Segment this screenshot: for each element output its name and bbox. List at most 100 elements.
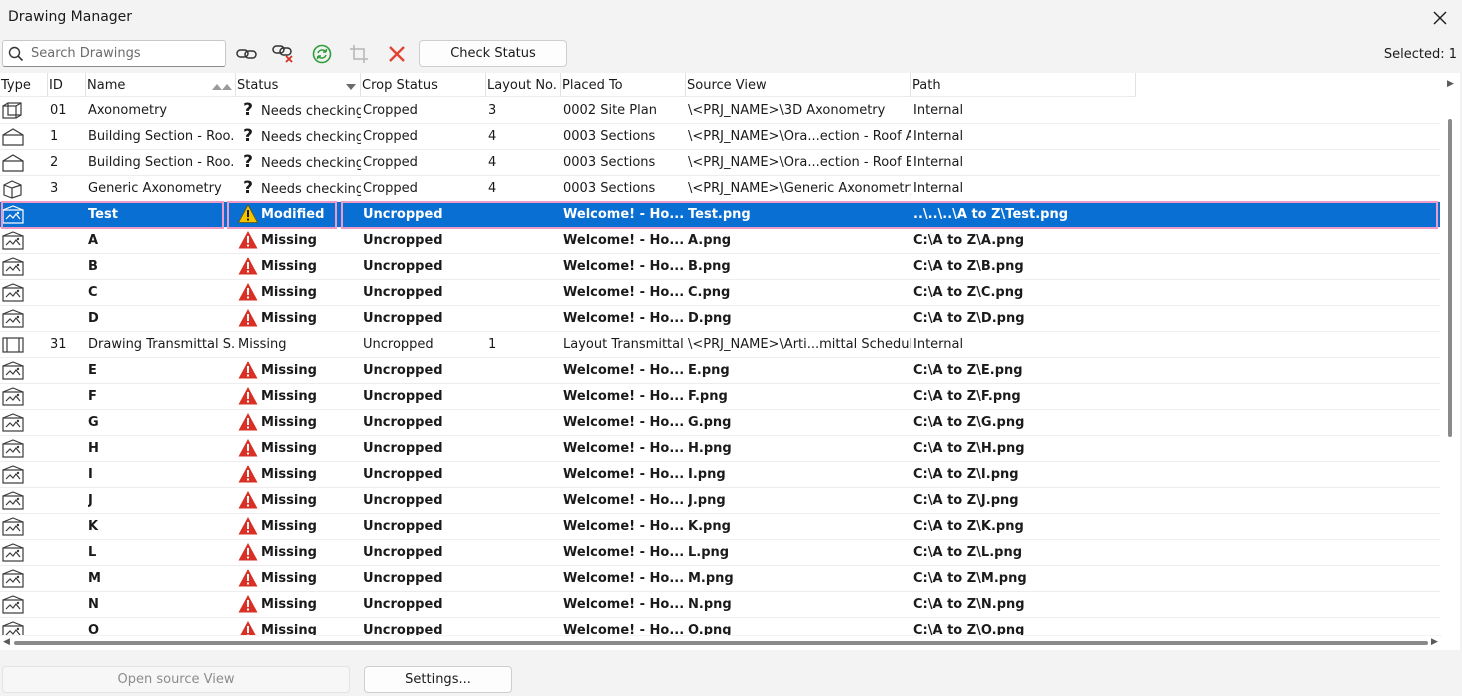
close-button[interactable]: [1428, 7, 1452, 29]
cell-id: [50, 358, 86, 383]
title-bar: Drawing Manager: [0, 0, 1462, 36]
cell-placed-text: Welcome! - Ho...: [563, 519, 685, 534]
vertical-scroll-thumb[interactable]: [1448, 119, 1452, 437]
close-icon[interactable]: [1433, 11, 1447, 25]
column-header-status[interactable]: Status: [236, 73, 361, 97]
cell-crop-text: Uncropped: [363, 337, 434, 352]
table-row[interactable]: E Missing Uncropped Welcome! - Ho... E.png C:…: [0, 358, 1440, 384]
table-row[interactable]: F Missing Uncropped Welcome! - Ho... F.png C:…: [0, 384, 1440, 410]
cell-name: H: [88, 436, 234, 461]
table-row[interactable]: 31 Drawing Transmittal S... Missing Uncropp…: [0, 332, 1440, 358]
cell-placed: Welcome! - Ho...: [563, 306, 686, 331]
table-row[interactable]: 3 Generic Axonometry? Needs checking Croppe…: [0, 176, 1440, 202]
cell-status-text: Missing: [238, 337, 287, 352]
search-box[interactable]: [2, 40, 226, 67]
open-source-view-button[interactable]: Open source View: [2, 666, 350, 693]
cell-path: Internal: [913, 332, 1135, 357]
table-row[interactable]: K Missing Uncropped Welcome! - Ho... K.png C:…: [0, 514, 1440, 540]
unlink-button[interactable]: [272, 42, 296, 66]
column-header-name[interactable]: Name: [86, 73, 236, 97]
table-row[interactable]: C Missing Uncropped Welcome! - Ho... C.png C:…: [0, 280, 1440, 306]
warning-red-icon: [238, 595, 258, 613]
cell-name: O: [88, 618, 234, 635]
cell-crop: Uncropped: [363, 254, 486, 279]
table-row[interactable]: H Missing Uncropped Welcome! - Ho... H.png C:…: [0, 436, 1440, 462]
settings-button[interactable]: Settings...: [364, 666, 512, 693]
horizontal-scrollbar[interactable]: ◀ ▶: [0, 636, 1442, 650]
crop-button[interactable]: [347, 42, 371, 66]
cell-placed: Welcome! - Ho...: [563, 618, 686, 635]
column-header-label: Status: [237, 78, 279, 93]
cell-name-text: G: [88, 415, 99, 430]
cell-placed: 0002 Site Plan: [563, 98, 686, 123]
cell-path: C:\A to Z\G.png: [913, 410, 1135, 435]
image-drawing-icon: [2, 387, 24, 406]
cell-path-text: C:\A to Z\F.png: [913, 389, 1021, 404]
cell-name: G: [88, 410, 234, 435]
table-row[interactable]: D Missing Uncropped Welcome! - Ho... D.png C:…: [0, 306, 1440, 332]
delete-button[interactable]: [385, 42, 409, 66]
cell-placed-text: 0002 Site Plan: [563, 103, 657, 118]
table-row[interactable]: B Missing Uncropped Welcome! - Ho... B.png C:…: [0, 254, 1440, 280]
cell-placed-text: Welcome! - Ho...: [563, 545, 685, 560]
cell-path: C:\A to Z\O.png: [913, 618, 1135, 635]
cell-name: Building Section - Roo...: [88, 150, 234, 175]
table-row[interactable]: I Missing Uncropped Welcome! - Ho... I.png C:…: [0, 462, 1440, 488]
cell-status: Missing: [238, 514, 361, 539]
column-header-id[interactable]: ID: [48, 73, 86, 97]
column-header-source[interactable]: Source View: [686, 73, 911, 97]
cell-crop-text: Uncropped: [363, 467, 443, 482]
cell-name-text: Drawing Transmittal S...: [88, 337, 234, 352]
sort-ascending-icon: [212, 84, 232, 90]
search-input[interactable]: [29, 44, 219, 63]
table-row[interactable]: 1 Building Section - Roo...? Needs checkin…: [0, 124, 1440, 150]
cell-status-text: Needs checking: [261, 104, 361, 119]
column-header-placed[interactable]: Placed To: [561, 73, 686, 97]
column-header-path[interactable]: Path: [911, 73, 1136, 97]
cell-name: Axonometry: [88, 98, 234, 123]
table-row[interactable]: 2 Building Section - Roo...? Needs checkin…: [0, 150, 1440, 176]
cell-source-text: G.png: [688, 415, 732, 430]
table-row[interactable]: O Missing Uncropped Welcome! - Ho... O.png C:…: [0, 618, 1440, 635]
cell-status-text: Missing: [261, 623, 317, 635]
table-row[interactable]: A Missing Uncropped Welcome! - Ho... A.png C:…: [0, 228, 1440, 254]
cell-path-text: C:\A to Z\M.png: [913, 571, 1027, 586]
check-status-button[interactable]: Check Status: [419, 40, 567, 67]
cell-placed: 0003 Sections: [563, 124, 686, 149]
cell-placed: Welcome! - Ho...: [563, 228, 686, 253]
image-drawing-icon: [2, 491, 24, 510]
cell-id: 31: [50, 332, 86, 357]
column-header-layout[interactable]: Layout No.: [486, 73, 561, 97]
table-row[interactable]: L Missing Uncropped Welcome! - Ho... L.png C:…: [0, 540, 1440, 566]
table-row[interactable]: Test Modified Uncropped Welcome! - Ho... Tes…: [0, 201, 1440, 229]
table-row[interactable]: N Missing Uncropped Welcome! - Ho... N.png C:…: [0, 592, 1440, 618]
vertical-scrollbar[interactable]: ▶: [1442, 73, 1460, 650]
cell-status: Missing: [238, 384, 361, 409]
table-row[interactable]: M Missing Uncropped Welcome! - Ho... M.png C:…: [0, 566, 1440, 592]
column-header-crop[interactable]: Crop Status: [361, 73, 486, 97]
cell-status-text: Needs checking: [261, 182, 361, 197]
table-row[interactable]: 01 Axonometry? Needs checking Cropped 3 0002 …: [0, 98, 1440, 124]
column-header-type[interactable]: Type: [0, 73, 48, 97]
refresh-button[interactable]: [310, 42, 334, 66]
schedule-icon: [2, 337, 24, 353]
cell-path-text: C:\A to Z\G.png: [913, 415, 1025, 430]
question-mark-icon: ?: [243, 126, 253, 146]
cell-id: 2: [50, 150, 86, 175]
table-row[interactable]: J Missing Uncropped Welcome! - Ho... J.png C:…: [0, 488, 1440, 514]
image-drawing-icon: [2, 439, 24, 458]
scroll-right-arrow-icon[interactable]: ▶: [1431, 637, 1438, 647]
link-button[interactable]: [235, 42, 259, 66]
cell-id: [50, 384, 86, 409]
cell-name-text: I: [88, 467, 93, 482]
horizontal-scroll-thumb[interactable]: [14, 641, 1428, 645]
cell-name-text: Building Section - Roo...: [88, 129, 234, 144]
scroll-expand-arrow-icon[interactable]: ▶: [1447, 79, 1454, 89]
cell-status: ? Needs checking: [238, 150, 361, 175]
scroll-left-arrow-icon[interactable]: ◀: [3, 637, 10, 647]
cell-source-text: J.png: [688, 493, 726, 508]
cell-crop: Uncropped: [363, 332, 486, 357]
table-row[interactable]: G Missing Uncropped Welcome! - Ho... G.png C:…: [0, 410, 1440, 436]
cell-placed: Welcome! - Ho...: [563, 514, 686, 539]
cell-status-text: Missing: [261, 311, 317, 326]
